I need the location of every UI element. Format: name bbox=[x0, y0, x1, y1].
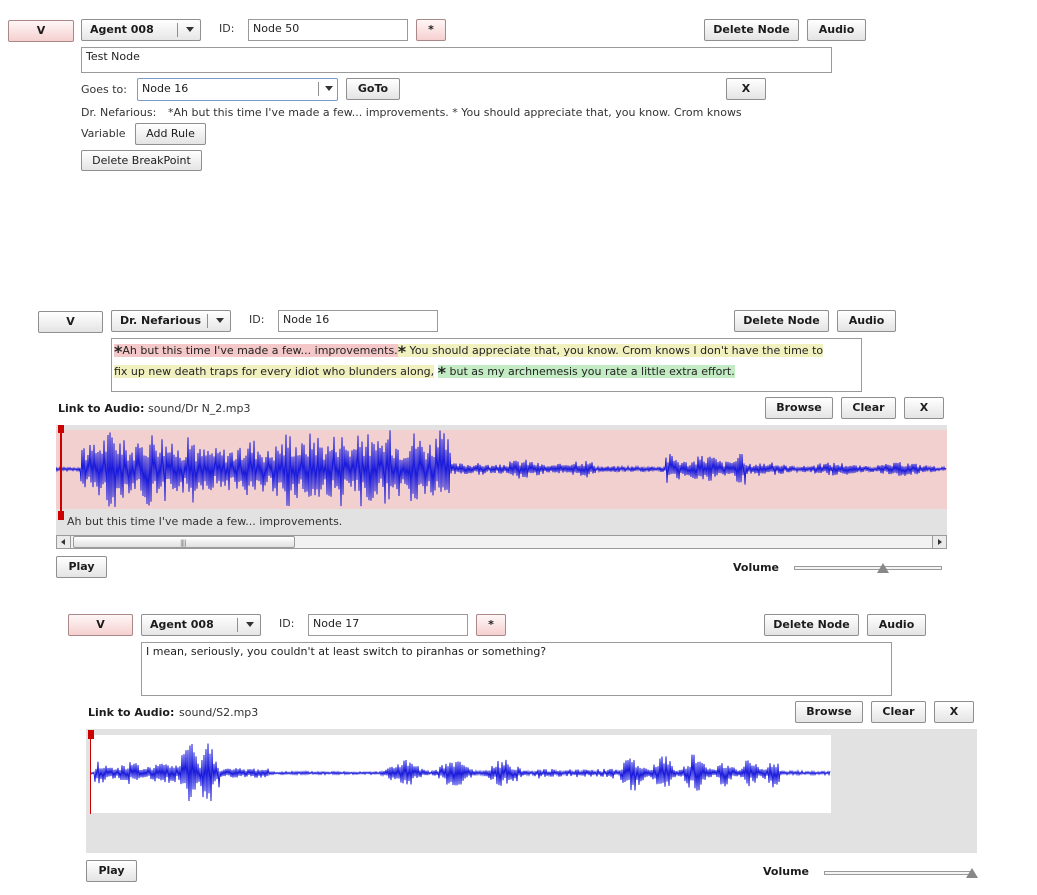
node1-response-speaker: Dr. Nefarious: bbox=[81, 106, 157, 119]
node3-browse-button[interactable]: Browse bbox=[795, 701, 863, 723]
node1-speaker-select[interactable]: Agent 008 bbox=[81, 19, 201, 41]
node3-playhead[interactable] bbox=[90, 732, 91, 814]
segment-star-icon: * bbox=[437, 363, 447, 382]
node2-audio-file: sound/Dr N_2.mp3 bbox=[148, 402, 251, 415]
node2-text-line-1: *Ah but this time I've made a few... imp… bbox=[114, 341, 859, 362]
node2-segment-3-text: but as my archnemesis you rate a little … bbox=[446, 365, 735, 378]
node1-text-field[interactable]: Test Node bbox=[81, 47, 832, 73]
node2-segment-2-text: You should appreciate that, you know. Cr… bbox=[406, 344, 824, 357]
node2-id-input[interactable]: Node 16 bbox=[278, 310, 438, 332]
node1-v-button[interactable]: V bbox=[8, 20, 74, 42]
node1-goes-to-separator bbox=[318, 82, 319, 96]
node2-text-line-2: fix up new death traps for every idiot w… bbox=[114, 362, 859, 383]
node3-remove-audio-button[interactable]: X bbox=[934, 701, 974, 723]
node3-text-field[interactable]: I mean, seriously, you couldn't at least… bbox=[141, 642, 892, 696]
node3-audio-file: sound/S2.mp3 bbox=[179, 706, 259, 719]
node3-volume-thumb[interactable] bbox=[966, 868, 978, 878]
node1-response-text: *Ah but this time I've made a few... imp… bbox=[168, 106, 742, 119]
node2-caption: Ah but this time I've made a few... impr… bbox=[67, 515, 343, 528]
node3-v-button[interactable]: V bbox=[68, 614, 133, 636]
node1-speaker-separator bbox=[177, 23, 178, 37]
node3-play-button[interactable]: Play bbox=[86, 860, 137, 882]
node2-scroll-thumb[interactable]: |||| bbox=[73, 536, 295, 548]
node2-volume-thumb[interactable] bbox=[876, 563, 889, 573]
node3-audio-button[interactable]: Audio bbox=[867, 614, 926, 636]
node2-text-field[interactable]: *Ah but this time I've made a few... imp… bbox=[111, 338, 862, 392]
node3-link-audio-label: Link to Audio: bbox=[88, 706, 175, 719]
chevron-down-icon bbox=[246, 622, 254, 627]
node1-variable-label: Variable bbox=[81, 127, 126, 140]
node1-id-input[interactable]: Node 50 bbox=[248, 19, 408, 41]
node2-play-button[interactable]: Play bbox=[56, 556, 107, 578]
chevron-down-icon bbox=[325, 86, 333, 91]
node2-scrollbar[interactable]: |||| bbox=[56, 535, 947, 549]
chevron-down-icon bbox=[216, 318, 224, 323]
node2-volume-label: Volume bbox=[733, 561, 779, 574]
node2-playhead-top-handle[interactable] bbox=[58, 425, 64, 433]
node3-speaker-value: Agent 008 bbox=[150, 618, 214, 631]
node2-v-button[interactable]: V bbox=[38, 311, 103, 333]
node1-audio-button[interactable]: Audio bbox=[807, 19, 866, 41]
node2-clear-button[interactable]: Clear bbox=[841, 397, 896, 419]
node3-speaker-select[interactable]: Agent 008 bbox=[141, 614, 261, 636]
node1-add-rule-button[interactable]: Add Rule bbox=[135, 123, 206, 145]
node1-delete-node-button[interactable]: Delete Node bbox=[704, 19, 799, 41]
node1-star-button[interactable]: * bbox=[416, 19, 446, 41]
node2-speaker-separator bbox=[207, 314, 208, 328]
node2-segment-2: * You should appreciate that, you know. … bbox=[397, 342, 824, 361]
node2-delete-node-button[interactable]: Delete Node bbox=[734, 310, 829, 332]
node1-goto-button[interactable]: GoTo bbox=[346, 78, 400, 100]
node3-delete-node-button[interactable]: Delete Node bbox=[764, 614, 859, 636]
node3-clear-button[interactable]: Clear bbox=[871, 701, 926, 723]
node2-speaker-select[interactable]: Dr. Nefarious bbox=[111, 310, 231, 332]
node2-remove-audio-button[interactable]: X bbox=[904, 397, 944, 419]
node3-id-input[interactable]: Node 17 bbox=[308, 614, 468, 636]
scroll-left-icon[interactable] bbox=[57, 536, 71, 548]
node2-id-label: ID: bbox=[249, 313, 265, 326]
node1-goes-to-label: Goes to: bbox=[81, 83, 127, 96]
node3-playhead-top-handle[interactable] bbox=[88, 730, 94, 739]
node2-link-audio-label: Link to Audio: bbox=[58, 402, 145, 415]
node3-speaker-separator bbox=[237, 618, 238, 632]
chevron-down-icon bbox=[186, 27, 194, 32]
segment-star-icon: * bbox=[397, 342, 407, 361]
node1-remove-link-button[interactable]: X bbox=[726, 78, 766, 100]
node2-playhead[interactable] bbox=[60, 426, 62, 520]
scroll-right-icon[interactable] bbox=[932, 536, 946, 548]
node2-playhead-bottom-handle[interactable] bbox=[58, 511, 64, 520]
node1-goes-to-value: Node 16 bbox=[142, 82, 189, 95]
node2-browse-button[interactable]: Browse bbox=[765, 397, 833, 419]
node1-speaker-value: Agent 008 bbox=[90, 23, 154, 36]
node3-id-label: ID: bbox=[279, 617, 295, 630]
node3-waveform bbox=[90, 743, 831, 802]
node2-volume-slider[interactable] bbox=[794, 566, 942, 570]
node2-speaker-value: Dr. Nefarious bbox=[120, 314, 202, 327]
node1-delete-breakpoint-button[interactable]: Delete BreakPoint bbox=[81, 150, 202, 171]
node2-segment-2b-text: fix up new death traps for every idiot w… bbox=[114, 365, 435, 378]
node3-volume-slider[interactable] bbox=[824, 871, 972, 875]
node1-goes-to-select[interactable]: Node 16 bbox=[137, 78, 338, 101]
node1-id-label: ID: bbox=[219, 22, 235, 35]
node3-star-button[interactable]: * bbox=[476, 614, 506, 636]
node2-audio-button[interactable]: Audio bbox=[837, 310, 896, 332]
node2-waveform bbox=[56, 430, 947, 508]
node2-segment-1: *Ah but this time I've made a few... imp… bbox=[114, 342, 398, 361]
node2-segment-3: * but as my archnemesis you rate a littl… bbox=[437, 363, 735, 382]
node3-volume-label: Volume bbox=[763, 865, 809, 878]
node2-segment-1-text: Ah but this time I've made a few... impr… bbox=[122, 344, 398, 357]
